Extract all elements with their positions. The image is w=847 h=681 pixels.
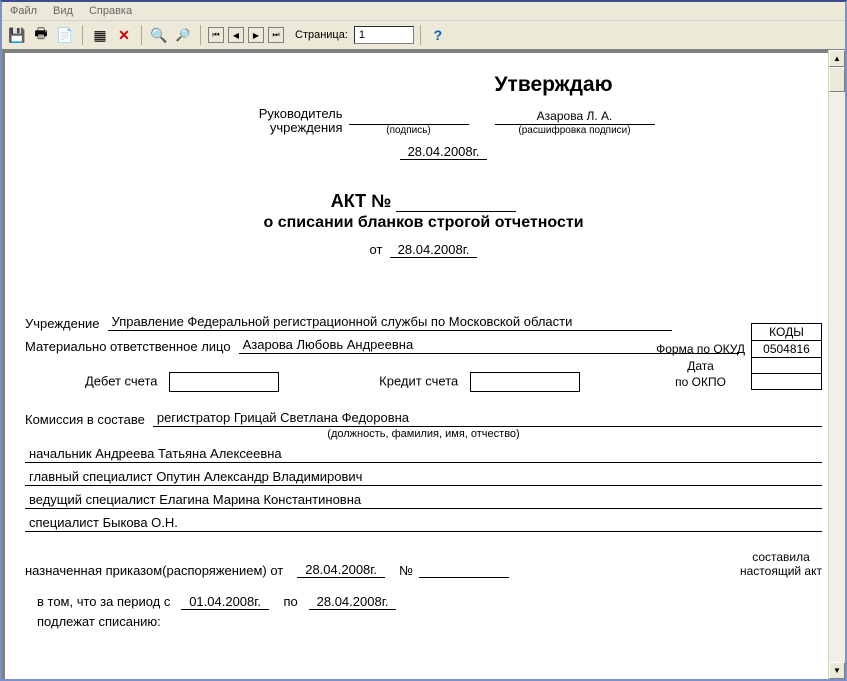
last-page-button[interactable]: ⏭: [268, 27, 284, 43]
separator: [420, 25, 421, 45]
debit-label: Дебет счета: [85, 373, 158, 388]
menu-file[interactable]: Файл: [6, 4, 41, 18]
zoom-in-icon[interactable]: 🔍: [148, 24, 170, 46]
credit-input[interactable]: [470, 372, 580, 392]
signature-line: [349, 109, 469, 125]
period-bottom: подлежат списанию:: [37, 614, 822, 629]
debit-input[interactable]: [169, 372, 279, 392]
signature-sub: (подпись): [349, 125, 469, 136]
org-label: Учреждение: [25, 316, 100, 331]
okpo-label: по ОКПО: [650, 374, 751, 390]
first-page-button[interactable]: ⏮: [208, 27, 224, 43]
menubar: Файл Вид Справка: [2, 2, 845, 21]
vertical-scrollbar[interactable]: ▲ ▼: [828, 50, 845, 679]
debit-block: Дебет счета: [85, 372, 279, 392]
scroll-thumb[interactable]: [829, 67, 845, 92]
commission-label: Комиссия в составе: [25, 412, 145, 427]
codes-block: КОДЫ Форма по ОКУД0504816 Дата по ОКПО: [650, 323, 822, 390]
commission-member-row: специалист Быкова О.Н.: [25, 515, 822, 532]
approve-block: Утверждаю Руководитель учреждения (подпи…: [25, 73, 822, 160]
period-label-pre: в том, что за период с: [37, 594, 170, 609]
credit-block: Кредит счета: [379, 372, 580, 392]
approve-date: 28.04.2008г.: [65, 144, 822, 160]
okud-label: Форма по ОКУД: [650, 341, 751, 358]
separator: [200, 25, 201, 45]
toolbar: 💾 🖶 📄 ▦ ✕ 🔍 🔎 ⏮ ◀ ▶ ⏭ Страница: ?: [2, 21, 845, 50]
page-input[interactable]: [354, 26, 414, 44]
act-title: АКТ №: [25, 190, 822, 212]
mol-label: Материально ответственное лицо: [25, 339, 231, 354]
print-icon[interactable]: 🖶: [30, 24, 52, 46]
okpo-value: [752, 374, 822, 390]
order-right: составила настоящий акт: [740, 550, 822, 579]
codes-table: КОДЫ Форма по ОКУД0504816 Дата по ОКПО: [650, 323, 822, 390]
help-icon[interactable]: ?: [427, 24, 449, 46]
commission-member-row: ведущий специалист Елагина Марина Конста…: [25, 492, 822, 509]
page-label: Страница:: [295, 29, 348, 41]
commission-member: начальник Андреева Татьяна Алексеевна: [25, 446, 822, 463]
app-window: Файл Вид Справка 💾 🖶 📄 ▦ ✕ 🔍 🔎 ⏮ ◀ ▶ ⏭ С…: [0, 0, 847, 681]
commission-member-row: начальник Андреева Татьяна Алексеевна: [25, 446, 822, 463]
menu-view[interactable]: Вид: [49, 4, 77, 18]
save-icon[interactable]: 💾: [6, 24, 28, 46]
scroll-down-icon[interactable]: ▼: [829, 662, 845, 679]
period-to-label: по: [284, 594, 298, 609]
menu-help[interactable]: Справка: [85, 4, 136, 18]
period-from: 01.04.2008г.: [181, 594, 269, 610]
scroll-up-icon[interactable]: ▲: [829, 50, 845, 67]
commission-sub: (должность, фамилия, имя, отчество): [25, 428, 822, 440]
close-icon[interactable]: ✕: [113, 24, 135, 46]
signature-row: Руководитель учреждения (подпись) Азаров…: [65, 107, 822, 136]
order-num-line: [419, 562, 509, 578]
open-icon[interactable]: 📄: [54, 24, 76, 46]
name-sub: (расшифровка подписи): [495, 125, 655, 136]
order-label: назначенная приказом(распоряжением) от: [25, 563, 283, 578]
commission-head: регистратор Грицай Светлана Федоровна: [153, 410, 822, 427]
commission-member: специалист Быкова О.Н.: [25, 515, 822, 532]
document-page: Утверждаю Руководитель учреждения (подпи…: [5, 53, 842, 679]
credit-label: Кредит счета: [379, 373, 458, 388]
date-value: [752, 358, 822, 374]
act-subtitle: о списании бланков строгой отчетности: [25, 214, 822, 232]
act-number-line: [396, 190, 516, 212]
act-date-row: от 28.04.2008г.: [25, 242, 822, 258]
separator: [141, 25, 142, 45]
commission-member: главный специалист Опутин Александр Влад…: [25, 469, 822, 486]
content-area: Утверждаю Руководитель учреждения (подпи…: [2, 50, 845, 679]
head-label: Руководитель учреждения: [233, 107, 343, 136]
period-to: 28.04.2008г.: [309, 594, 397, 610]
order-row: назначенная приказом(распоряжением) от 2…: [25, 550, 822, 579]
next-page-button[interactable]: ▶: [248, 27, 264, 43]
codes-header: КОДЫ: [752, 324, 822, 341]
prev-page-button[interactable]: ◀: [228, 27, 244, 43]
name-line: Азарова Л. А.: [495, 109, 655, 125]
order-num-label: №: [399, 563, 413, 578]
zoom-out-icon[interactable]: 🔎: [172, 24, 194, 46]
org-value: Управление Федеральной регистрационной с…: [108, 314, 672, 331]
okud-value: 0504816: [752, 341, 822, 358]
commission-head-row: Комиссия в составе регистратор Грицай Св…: [25, 410, 822, 427]
separator: [82, 25, 83, 45]
commission-member: ведущий специалист Елагина Марина Конста…: [25, 492, 822, 509]
scroll-track[interactable]: [829, 67, 845, 662]
approve-title: Утверждаю: [285, 73, 822, 97]
date-label: Дата: [650, 358, 751, 374]
grid-icon[interactable]: ▦: [89, 24, 111, 46]
order-date: 28.04.2008г.: [297, 562, 385, 578]
period-row: в том, что за период с 01.04.2008г. по 2…: [37, 594, 822, 629]
commission-member-row: главный специалист Опутин Александр Влад…: [25, 469, 822, 486]
